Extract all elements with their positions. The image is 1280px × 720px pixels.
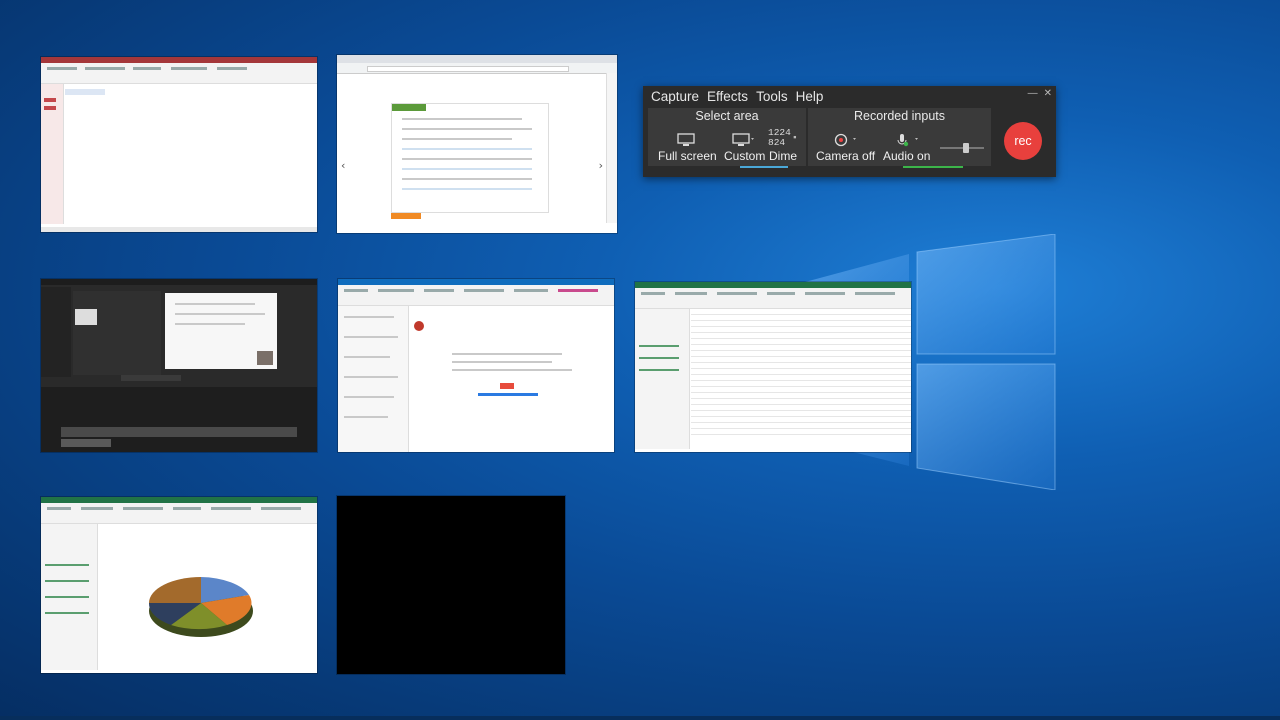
camtasia-recorder: Capture Effects Tools Help — ✕ Select ar… <box>643 86 1056 177</box>
audio-toggle[interactable]: Audio on <box>883 149 930 163</box>
menu-effects[interactable]: Effects <box>703 88 752 106</box>
folder-pane <box>338 306 409 452</box>
audio-label: Audio on <box>883 149 931 163</box>
chevron-right-icon[interactable]: › <box>599 159 603 172</box>
chevron-left-icon[interactable]: ‹ <box>341 159 345 172</box>
custom-area-icon <box>732 133 754 146</box>
note-banner <box>391 213 421 219</box>
window-thumbnail-access[interactable] <box>41 57 317 232</box>
record-button[interactable]: rec <box>1004 122 1042 160</box>
ribbon <box>41 63 317 84</box>
window-thumbnail-excel-chart[interactable] <box>41 497 317 673</box>
window-thumbnail-camtasia[interactable] <box>41 279 317 452</box>
camera-toggle[interactable]: Camera off <box>816 149 875 163</box>
canvas-preview <box>165 293 277 369</box>
side-toolbar <box>606 73 617 223</box>
custom-label: Custom <box>724 149 766 163</box>
ribbon <box>635 288 911 309</box>
table-header <box>65 89 105 95</box>
task-pane <box>635 309 690 449</box>
record-label: rec <box>1014 134 1032 148</box>
full-screen-button[interactable]: Full screen <box>658 149 717 163</box>
audio-volume-slider[interactable] <box>963 143 970 153</box>
microphone-icon[interactable] <box>896 133 922 147</box>
ribbon <box>41 503 317 524</box>
custom-button[interactable]: Custom <box>724 149 765 163</box>
address-bar <box>337 63 617 74</box>
window-thumbnail-outlook[interactable] <box>338 279 614 452</box>
dimensions-label: Dime <box>769 149 798 163</box>
tools-pane <box>41 287 71 377</box>
window-thumbnail-excel[interactable] <box>635 282 911 452</box>
window-thumbnail-browser[interactable]: ‹ › <box>337 55 617 233</box>
recorder-menu-bar: Capture Effects Tools Help <box>647 88 827 106</box>
window-thumbnail-blank[interactable] <box>337 496 565 674</box>
worksheet-grid <box>691 312 911 440</box>
audio-level-meter <box>903 166 963 168</box>
media-bin <box>73 291 161 375</box>
recorded-inputs-panel: Recorded inputs Camera off Audio on <box>808 108 991 168</box>
recorded-inputs-title: Recorded inputs <box>853 109 946 123</box>
recorder-window-buttons: — ✕ <box>1028 88 1052 99</box>
playback-controls <box>121 375 181 381</box>
status-bar <box>41 227 317 232</box>
height-field[interactable]: 824 <box>768 138 785 148</box>
menu-tools[interactable]: Tools <box>752 88 792 106</box>
monitor-icon <box>677 133 695 146</box>
select-area-title: Select area <box>695 109 759 123</box>
custom-selected-indicator <box>740 166 788 168</box>
full-screen-label: Full screen <box>658 149 717 163</box>
lock-icon[interactable]: ▪ <box>792 133 798 143</box>
minimize-icon[interactable]: — <box>1028 88 1038 99</box>
taskbar-edge <box>0 716 1280 720</box>
menu-help[interactable]: Help <box>792 88 828 106</box>
pie-chart-thumbnail <box>148 577 253 637</box>
menu-capture[interactable]: Capture <box>647 88 703 106</box>
timeline <box>41 387 317 452</box>
width-field[interactable]: 1224 <box>768 128 791 138</box>
nav-pane <box>41 84 64 224</box>
webcam-icon[interactable] <box>834 133 860 147</box>
page-content <box>391 103 549 213</box>
select-area-panel: Select area Full screen Custom 1224 824 … <box>648 108 806 168</box>
task-pane <box>41 524 98 670</box>
title-bar <box>41 279 317 285</box>
audio-volume-track <box>940 147 984 149</box>
camera-label: Camera off <box>816 149 876 163</box>
close-icon[interactable]: ✕ <box>1044 88 1052 99</box>
reading-pane <box>412 309 612 449</box>
ribbon <box>338 285 614 306</box>
tab-strip <box>337 55 617 63</box>
